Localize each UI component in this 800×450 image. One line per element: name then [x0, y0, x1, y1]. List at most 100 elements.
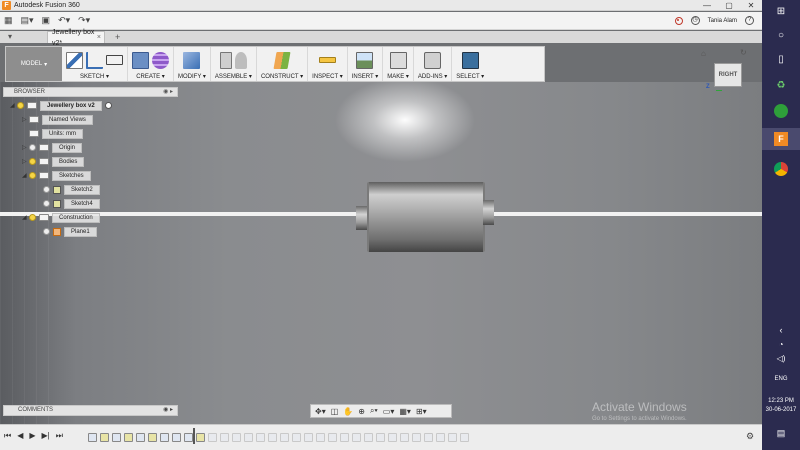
tree-root[interactable]: ◢ Jewellery box v2 [10, 100, 112, 111]
tree-item-named-views[interactable]: ▷ Named Views [22, 114, 93, 125]
language-indicator[interactable]: ENG [762, 376, 800, 382]
step-back-icon[interactable]: ◀ [17, 431, 23, 441]
display-settings-icon[interactable]: ▭▾ [383, 407, 395, 416]
search-cortana-icon[interactable]: ○ [762, 24, 800, 46]
minimize-button[interactable]: — [696, 0, 718, 11]
tree-item-plane1[interactable]: Plane1 [43, 226, 97, 237]
timeline-feature-suppressed[interactable] [364, 433, 373, 442]
timeline-feature[interactable] [124, 433, 133, 442]
joint-icon[interactable] [234, 51, 247, 69]
timeline-feature-suppressed[interactable] [268, 433, 277, 442]
expand-arrow-icon[interactable]: ▷ [22, 144, 29, 151]
insert-image-icon[interactable] [356, 51, 374, 69]
timeline-feature-suppressed[interactable] [412, 433, 421, 442]
insert-group[interactable]: INSERT ▾ [348, 47, 384, 81]
tree-item-sketches[interactable]: ◢ Sketches [22, 170, 91, 181]
timeline-feature[interactable] [184, 433, 193, 442]
timeline-feature-suppressed[interactable] [280, 433, 289, 442]
expand-arrow-icon[interactable]: ▷ [22, 116, 29, 123]
look-at-icon[interactable]: ◫ [331, 407, 339, 416]
tree-item-origin[interactable]: ▷ Origin [22, 142, 83, 153]
go-to-start-icon[interactable]: ⏮ [4, 431, 11, 441]
timeline-feature-suppressed[interactable] [304, 433, 313, 442]
job-status-icon[interactable]: ◷ [690, 16, 700, 25]
viewports-icon[interactable]: ⊞▾ [416, 407, 427, 416]
timeline-feature[interactable] [196, 433, 205, 442]
record-icon[interactable] [674, 16, 683, 25]
clock-time[interactable]: 12:23 PM [762, 398, 800, 404]
task-view-icon[interactable]: ▯ [762, 48, 800, 70]
windows-start-icon[interactable]: ⊞ [762, 0, 800, 22]
recycle-app-icon[interactable]: ♻ [762, 74, 800, 96]
pan-icon[interactable]: ✋ [343, 407, 353, 416]
timeline-feature-suppressed[interactable] [388, 433, 397, 442]
rotate-icon[interactable]: ↻ [740, 48, 747, 57]
zoom-icon[interactable]: ⊕ [358, 407, 365, 416]
select-arrow-icon[interactable] [461, 51, 479, 69]
press-pull-icon[interactable] [183, 51, 201, 69]
timeline-track[interactable] [88, 432, 488, 443]
new-tab-icon[interactable]: + [115, 31, 120, 43]
canvas-viewport[interactable] [0, 82, 762, 424]
viewcube-face-right[interactable]: RIGHT [714, 63, 742, 87]
step-forward-icon[interactable]: ▶| [42, 431, 50, 441]
chevron-down-icon[interactable]: ▾ [8, 31, 12, 43]
timeline-feature-suppressed[interactable] [292, 433, 301, 442]
inspect-group[interactable]: INSPECT ▾ [308, 47, 348, 81]
make-group[interactable]: MAKE ▾ [383, 47, 414, 81]
create-sketch-icon[interactable] [66, 51, 83, 69]
chevron-left-icon[interactable]: ‹ [762, 324, 800, 336]
close-button[interactable]: ✕ [740, 0, 762, 11]
visibility-bulb-icon[interactable] [17, 102, 24, 109]
zoom-window-icon[interactable]: ⌕▾ [370, 406, 378, 416]
add-ins-group[interactable]: ADD-INS ▾ [414, 47, 453, 81]
timeline-feature-suppressed[interactable] [232, 433, 241, 442]
wifi-icon[interactable]: ◔ [762, 338, 800, 350]
visibility-bulb-icon[interactable] [29, 172, 36, 179]
user-name[interactable]: Tania Alam [708, 18, 737, 24]
line-icon[interactable] [86, 51, 103, 69]
scripts-icon[interactable] [424, 51, 442, 69]
visibility-bulb-icon[interactable] [29, 144, 36, 151]
tree-item-bodies[interactable]: ▷ Bodies [22, 156, 85, 167]
timeline-feature-suppressed[interactable] [328, 433, 337, 442]
help-icon[interactable]: ? [745, 16, 754, 25]
offset-plane-icon[interactable] [273, 51, 291, 69]
timeline-feature-suppressed[interactable] [208, 433, 217, 442]
viewcube[interactable]: ⌂ ↻ RIGHT Z [701, 48, 758, 100]
timeline-feature[interactable] [172, 433, 181, 442]
tree-item-construction[interactable]: ◢ Construction [22, 212, 100, 223]
timeline-feature-suppressed[interactable] [436, 433, 445, 442]
tree-item-units[interactable]: Units: mm [29, 128, 83, 139]
cylinder-body[interactable] [367, 182, 485, 252]
collapse-arrow-icon[interactable]: ◢ [22, 172, 29, 179]
timeline-feature-suppressed[interactable] [400, 433, 409, 442]
timeline-feature-suppressed[interactable] [376, 433, 385, 442]
browser-panel-header[interactable]: BROWSER ◉ ▸ [3, 87, 178, 97]
visibility-bulb-icon[interactable] [43, 228, 50, 235]
timeline-feature-suppressed[interactable] [256, 433, 265, 442]
modify-group[interactable]: MODIFY ▾ [174, 47, 211, 81]
timeline-feature-suppressed[interactable] [424, 433, 433, 442]
tree-item-sketch4[interactable]: Sketch4 [43, 198, 100, 209]
rectangle-icon[interactable] [106, 55, 123, 65]
extrude-icon[interactable] [132, 51, 149, 69]
timeline-feature[interactable] [112, 433, 121, 442]
timeline-feature-suppressed[interactable] [352, 433, 361, 442]
timeline-feature-suppressed[interactable] [220, 433, 229, 442]
timeline-feature[interactable] [136, 433, 145, 442]
timeline-marker[interactable] [193, 428, 195, 444]
measure-icon[interactable] [318, 57, 336, 63]
cylinder-shaft-right[interactable] [483, 200, 494, 225]
workspace-switcher[interactable]: MODEL ▾ [6, 47, 62, 81]
sketch-group[interactable]: SKETCH ▾ [62, 47, 128, 81]
close-icon[interactable]: × [97, 32, 101, 43]
visibility-bulb-icon[interactable] [29, 158, 36, 165]
activate-radio-icon[interactable] [104, 102, 112, 109]
chrome-icon[interactable] [762, 158, 800, 180]
timeline-feature[interactable] [100, 433, 109, 442]
go-to-end-icon[interactable]: ⏭ [56, 431, 63, 441]
tab-jewellery-box[interactable]: Jewellery box v2* × [47, 29, 105, 47]
tree-item-sketch2[interactable]: Sketch2 [43, 184, 100, 195]
timeline-feature-suppressed[interactable] [244, 433, 253, 442]
